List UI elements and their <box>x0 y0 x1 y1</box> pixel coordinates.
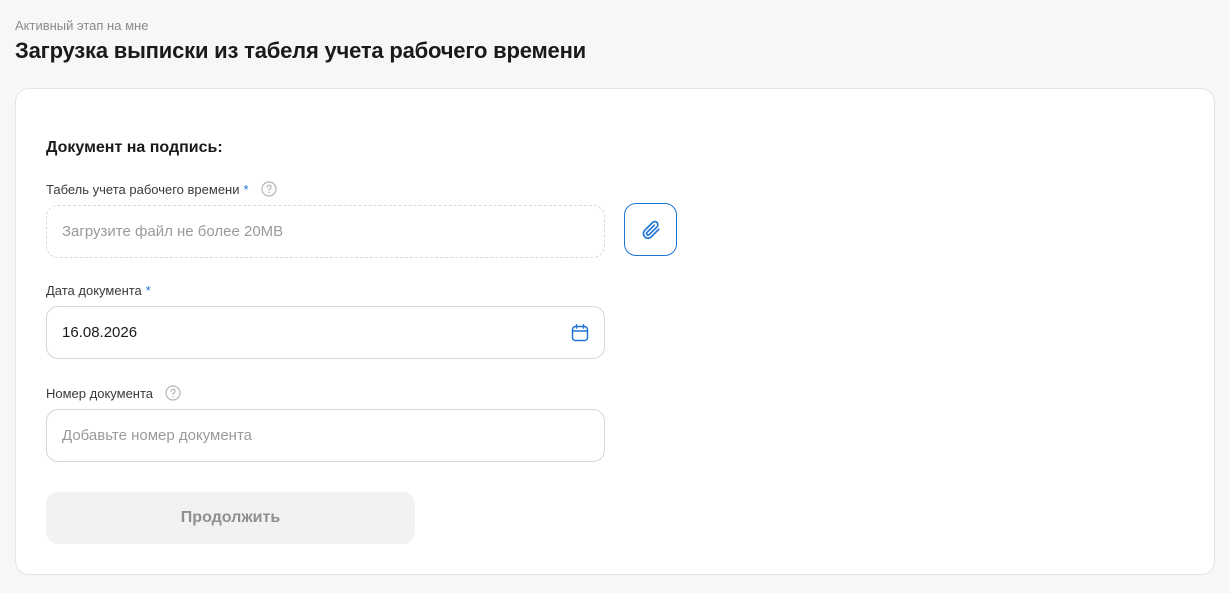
paperclip-icon <box>642 220 660 239</box>
document-number-placeholder: Добавьте номер документа <box>62 427 253 444</box>
document-date-label: Дата документа * <box>46 283 151 298</box>
attach-file-button[interactable] <box>624 203 677 256</box>
required-mark: * <box>145 283 151 298</box>
stage-label: Активный этап на мне <box>15 18 149 33</box>
required-mark: * <box>243 181 249 197</box>
timesheet-label-text: Табель учета рабочего времени <box>46 181 240 197</box>
calendar-icon[interactable] <box>570 323 590 343</box>
question-circle-icon[interactable] <box>165 385 181 401</box>
document-number-input[interactable]: Добавьте номер документа <box>46 409 605 462</box>
document-card: Документ на подпись: Табель учета рабоче… <box>15 88 1215 575</box>
question-circle-icon[interactable] <box>260 181 277 197</box>
document-date-value: 16.08.2026 <box>62 324 138 341</box>
document-number-label-text: Номер документа <box>46 385 154 401</box>
timesheet-placeholder: Загрузите файл не более 20MB <box>62 223 284 240</box>
timesheet-label: Табель учета рабочего времени * <box>46 181 277 197</box>
document-number-label: Номер документа <box>46 385 181 401</box>
page-title: Загрузка выписки из табеля учета рабочег… <box>15 38 586 63</box>
section-title: Документ на подпись: <box>46 139 223 156</box>
timesheet-file-input[interactable]: Загрузите файл не более 20MB <box>46 205 605 258</box>
document-date-input[interactable]: 16.08.2026 <box>46 306 605 359</box>
document-date-label-text: Дата документа <box>46 283 142 298</box>
continue-button[interactable]: Продолжить <box>46 492 415 544</box>
